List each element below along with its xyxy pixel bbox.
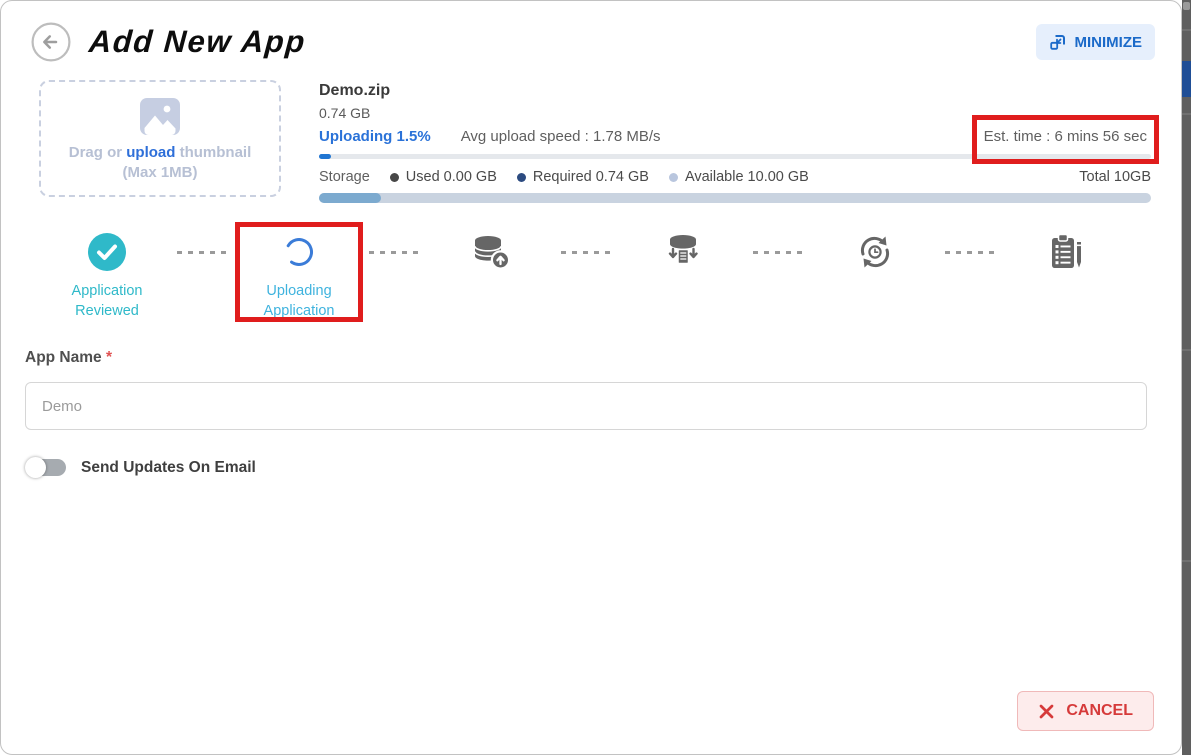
- file-size: 0.74 GB: [319, 105, 1151, 121]
- app-name-label: App Name *: [25, 349, 1151, 367]
- edge-divider: [1182, 349, 1191, 351]
- upload-progress-bar: [319, 154, 1151, 159]
- upload-file-info: Demo.zip 0.74 GB Uploading 1.5% Avg uplo…: [319, 80, 1151, 203]
- step-connector: [561, 251, 613, 254]
- add-new-app-dialog: Add New App MINIMIZE Drag or upload thum…: [0, 0, 1182, 755]
- legend-available-dot: [669, 173, 678, 182]
- scrollbar-cap: [1183, 2, 1190, 10]
- step-review-log: [1011, 231, 1123, 282]
- spinner-icon: [283, 236, 315, 268]
- email-updates-row: Send Updates On Email: [25, 457, 1151, 478]
- step-application-reviewed: Application Reviewed: [51, 231, 163, 321]
- required-asterisk: *: [106, 349, 112, 366]
- back-button[interactable]: [31, 22, 71, 62]
- edge-blue-segment: [1182, 61, 1191, 97]
- legend-available-label: Available 10.00 GB: [685, 169, 809, 185]
- background-page-edge: [1182, 0, 1191, 755]
- step-connector: [753, 251, 805, 254]
- legend-required-dot: [517, 173, 526, 182]
- back-arrow-icon: [31, 22, 71, 62]
- upload-status-label: Uploading 1.5%: [319, 128, 431, 145]
- storage-progress-fill: [319, 193, 381, 203]
- upload-progress-fill: [319, 154, 331, 159]
- legend-required-label: Required 0.74 GB: [533, 169, 649, 185]
- upload-steps: Application Reviewed Uploading Applicati…: [1, 203, 1181, 325]
- upload-thumbnail-link[interactable]: upload: [126, 144, 175, 161]
- upload-section: Drag or upload thumbnail (Max 1MB) Demo.…: [1, 74, 1181, 203]
- email-updates-toggle[interactable]: [25, 457, 66, 478]
- thumbnail-dropzone[interactable]: Drag or upload thumbnail (Max 1MB): [39, 80, 281, 197]
- check-circle-icon: [87, 232, 127, 272]
- step-uploading-application: Uploading Application: [243, 231, 355, 321]
- minimize-button[interactable]: MINIMIZE: [1036, 24, 1156, 60]
- step-label: Application Reviewed: [51, 282, 163, 321]
- step-connector: [945, 251, 997, 254]
- database-extract-icon: [663, 232, 703, 272]
- storage-legend-row: Storage Used 0.00 GB Required 0.74 GB Av…: [319, 169, 1151, 185]
- legend-used-label: Used 0.00 GB: [406, 169, 497, 185]
- dropzone-max-size: (Max 1MB): [122, 164, 197, 181]
- cancel-button[interactable]: CANCEL: [1017, 691, 1154, 731]
- step-connector: [177, 251, 229, 254]
- step-sync: [819, 231, 931, 282]
- avg-upload-speed: Avg upload speed : 1.78 MB/s: [461, 128, 661, 145]
- legend-available: Available 10.00 GB: [669, 169, 809, 185]
- storage-progress-bar: [319, 193, 1151, 203]
- edge-divider: [1182, 113, 1191, 115]
- file-name: Demo.zip: [319, 82, 1151, 100]
- legend-used-dot: [390, 173, 399, 182]
- edge-divider: [1182, 560, 1191, 562]
- dialog-header: Add New App MINIMIZE: [1, 1, 1181, 74]
- est-time: Est. time : 6 mins 56 sec: [984, 128, 1151, 145]
- cancel-button-label: CANCEL: [1066, 702, 1133, 720]
- edge-divider: [1182, 29, 1191, 31]
- sync-clock-icon: [855, 232, 895, 272]
- dropzone-text: Drag or upload thumbnail: [69, 144, 252, 161]
- dropzone-text-prefix: Drag or: [69, 144, 127, 161]
- storage-label: Storage: [319, 169, 370, 185]
- app-name-label-text: App Name: [25, 349, 102, 366]
- database-upload-icon: [471, 232, 511, 272]
- toggle-knob: [25, 457, 46, 478]
- storage-total-label: Total 10GB: [1079, 169, 1151, 185]
- step-database-upload: [435, 231, 547, 282]
- step-label: Uploading Application: [243, 282, 355, 321]
- page-title: Add New App: [88, 24, 307, 60]
- step-connector: [369, 251, 421, 254]
- legend-required: Required 0.74 GB: [517, 169, 649, 185]
- step-database-extract: [627, 231, 739, 282]
- image-placeholder-icon: [137, 97, 183, 137]
- app-name-input[interactable]: [25, 382, 1147, 430]
- screen: Add New App MINIMIZE Drag or upload thum…: [0, 0, 1191, 755]
- est-time-label: Est. time : 6 mins 56 sec: [984, 128, 1147, 145]
- minimize-icon: [1049, 33, 1067, 51]
- minimize-button-label: MINIMIZE: [1075, 34, 1143, 51]
- email-updates-label: Send Updates On Email: [81, 459, 256, 477]
- app-form: App Name * Send Updates On Email: [1, 325, 1181, 478]
- upload-status-row: Uploading 1.5% Avg upload speed : 1.78 M…: [319, 128, 1151, 145]
- close-icon: [1038, 703, 1055, 720]
- clipboard-list-icon: [1047, 232, 1087, 272]
- legend-used: Used 0.00 GB: [390, 169, 497, 185]
- dropzone-text-suffix: thumbnail: [175, 144, 251, 161]
